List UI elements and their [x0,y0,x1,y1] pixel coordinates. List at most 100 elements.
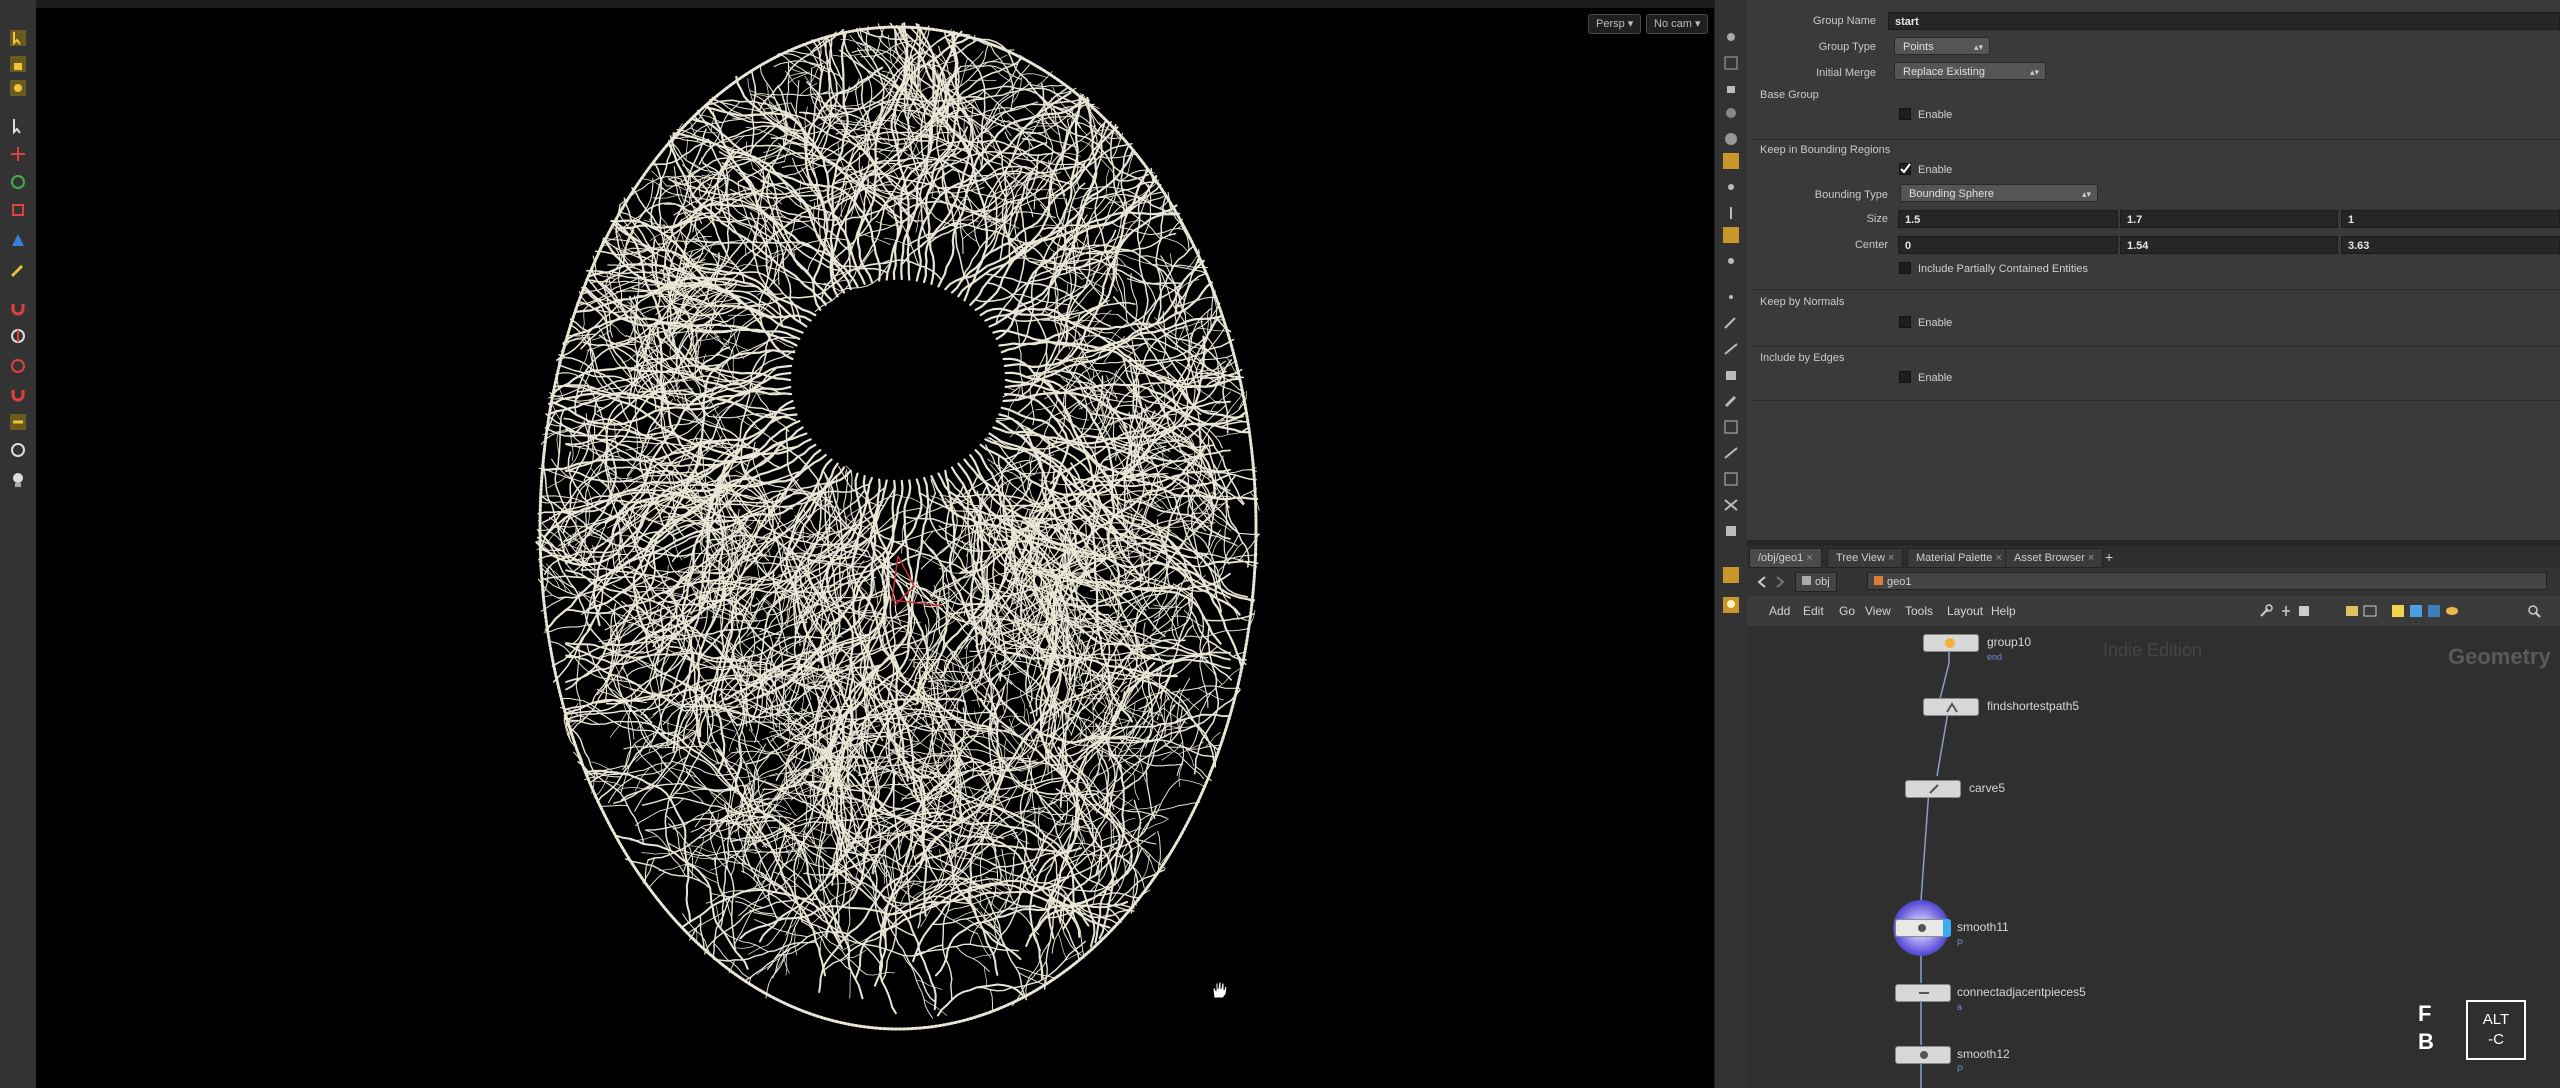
geo-icon [1874,576,1883,585]
node-attrib-sub: P [1957,1064,1964,1074]
size-x-field[interactable]: 1.5 [1898,210,2118,228]
bounding-enable-checkbox[interactable] [1899,163,1911,175]
magnet-red-icon[interactable] [8,384,28,404]
node-attrib-sub: a [1957,1002,1963,1012]
connect-node-icon [1919,992,1929,994]
group-type-menu[interactable]: Points ▴▾ [1894,37,1990,55]
view-handle-icon[interactable] [8,326,28,346]
highlight-toggle-icon[interactable] [1721,152,1741,170]
brush-small-icon[interactable] [1721,392,1741,410]
menu-add[interactable]: Add [1769,604,1790,618]
rotate-handle-icon[interactable] [8,172,28,192]
point-numbers-icon[interactable] [1721,178,1741,196]
group-name-field[interactable]: start [1888,12,2560,30]
prim-normals-highlight-icon[interactable] [1721,226,1741,244]
size-label: Size [1866,213,1888,225]
frame-icon[interactable] [1721,470,1741,488]
brush-icon[interactable] [8,260,28,280]
ghost-icon[interactable] [1721,104,1741,122]
obj-icon [1802,576,1811,585]
node-flag-icon [1945,638,1955,648]
node-label: group10 [1987,635,2032,649]
snapshot-highlight-icon[interactable] [1721,566,1741,584]
move-handle-icon[interactable] [8,144,28,164]
group-name-label: Group Name [1813,15,1876,27]
menu-help[interactable]: Help [1991,604,2016,618]
bounding-type-menu[interactable]: Bounding Sphere ▴▾ [1900,184,2098,202]
scale-handle-icon[interactable] [8,200,28,220]
tab-obj-geo1[interactable]: /obj/geo1 × [1749,548,1822,568]
snap-icon[interactable] [8,78,28,98]
network-context-label: Geometry [2448,644,2551,669]
pointer-icon[interactable] [8,116,28,136]
dot-icon[interactable] [1721,288,1741,306]
partial-entities-checkbox[interactable] [1899,262,1911,274]
scene-viewport[interactable]: Persp ▾ No cam ▾ [36,8,1714,1088]
light-bulb-icon[interactable] [1721,596,1741,614]
node-label: smooth11 [1957,920,2009,934]
display-points-icon[interactable] [1721,28,1741,46]
menu-layout[interactable]: Layout [1947,604,1983,618]
light-icon[interactable] [8,470,28,490]
tab-tree-view[interactable]: Tree View × [1827,548,1904,568]
vertex-icon[interactable] [1721,252,1741,270]
forward-arrow-icon[interactable] [1773,575,1787,589]
point-normals-icon[interactable] [1721,204,1741,222]
center-x-field[interactable]: 0 [1898,236,2118,254]
initial-merge-label: Initial Merge [1816,67,1876,79]
pose-icon[interactable] [8,230,28,250]
grid-view-icon[interactable] [2363,604,2377,618]
zoom-icon[interactable] [2527,604,2541,618]
tree-layout-icon[interactable] [2279,604,2293,618]
lock-icon[interactable] [8,54,28,74]
lock-camera-icon[interactable] [1721,78,1741,96]
backdrop-icon[interactable] [2409,604,2423,618]
add-tab-button[interactable]: + [2097,548,2121,566]
cross-icon[interactable] [1721,496,1741,514]
grid-icon[interactable] [1721,418,1741,436]
display-flag[interactable] [1943,919,1951,937]
menu-tools[interactable]: Tools [1905,604,1933,618]
menu-go[interactable]: Go [1839,604,1855,618]
bucket-icon[interactable] [1721,366,1741,384]
list-view-icon[interactable] [2345,604,2359,618]
pen-icon[interactable] [1721,314,1741,332]
center-z-field[interactable]: 3.63 [2341,236,2560,254]
select-arrow-icon[interactable] [8,28,28,48]
carve-node-icon [1929,784,1939,794]
tab-asset-browser[interactable]: Asset Browser × [2005,548,2104,568]
menu-view[interactable]: View [1865,604,1891,618]
shading-icon[interactable] [1721,130,1741,148]
wireframe-icon[interactable] [1721,54,1741,72]
node-label: findshortestpath5 [1987,699,2080,713]
display-options-toolbar [1714,0,1748,1088]
normals-enable-checkbox[interactable] [1899,316,1911,328]
path-segment-obj[interactable]: obj [1795,572,1837,592]
base-group-enable-checkbox[interactable] [1899,108,1911,120]
menu-edit[interactable]: Edit [1803,604,1824,618]
normals-enable-label: Enable [1918,317,1953,329]
node-label: connectadjacentpieces5 [1957,985,2086,999]
sticky-note-icon[interactable] [2391,604,2405,618]
wrench-icon[interactable] [2259,604,2273,618]
network-box-icon[interactable] [2445,604,2459,618]
initial-merge-menu[interactable]: Replace Existing ▴▾ [1894,62,2046,80]
image-icon[interactable] [2427,604,2441,618]
base-group-section-title: Base Group [1760,89,1819,101]
magnet-icon[interactable] [8,298,28,318]
camera-icon[interactable] [8,440,28,460]
orbit-icon[interactable] [8,356,28,376]
snapping-toggle-icon[interactable] [8,412,28,432]
edges-enable-checkbox[interactable] [1899,371,1911,383]
path-segment-geo[interactable]: geo1 [1867,572,2547,590]
edge-icon[interactable] [1721,340,1741,358]
network-menu-bar: Add Edit Go View Tools Layout Help [1747,596,2560,627]
square-icon[interactable] [1721,522,1741,540]
tab-material-palette[interactable]: Material Palette × [1907,548,2011,568]
center-y-field[interactable]: 1.54 [2120,236,2338,254]
back-arrow-icon[interactable] [1755,575,1769,589]
square-layout-icon[interactable] [2297,604,2311,618]
size-z-field[interactable]: 1 [2341,210,2560,228]
ruler-icon[interactable] [1721,444,1741,462]
size-y-field[interactable]: 1.7 [2120,210,2338,228]
